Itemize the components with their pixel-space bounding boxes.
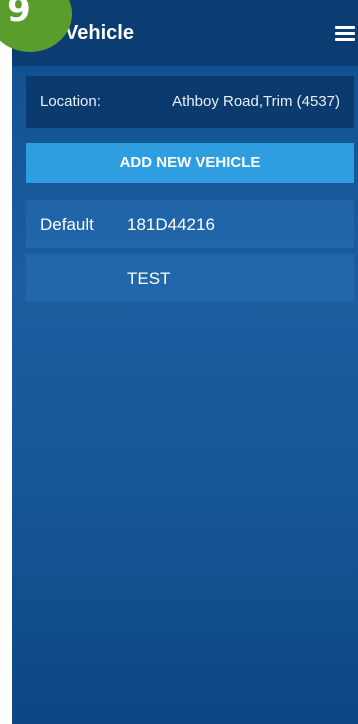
location-row[interactable]: Location: Athboy Road,Trim (4537) xyxy=(26,76,354,128)
step-number: 9 xyxy=(7,0,31,30)
vehicle-registration: 181D44216 xyxy=(127,215,215,234)
vehicle-list-item[interactable]: TEST xyxy=(26,254,354,302)
hamburger-menu-icon[interactable] xyxy=(335,26,355,41)
location-value[interactable]: Athboy Road,Trim (4537) xyxy=(172,93,340,110)
menu-icon-bar xyxy=(335,26,355,29)
location-label: Location: xyxy=(40,93,101,110)
menu-icon-bar xyxy=(335,32,355,35)
app-screen: Vehicle Location: Athboy Road,Trim (4537… xyxy=(12,0,358,724)
vehicle-list-item[interactable]: Default 181D44216 xyxy=(26,200,354,248)
page-title: Vehicle xyxy=(65,22,134,44)
menu-icon-bar xyxy=(335,38,355,41)
vehicle-registration: TEST xyxy=(127,269,171,288)
default-label: Default xyxy=(40,215,94,234)
add-new-vehicle-button[interactable]: ADD NEW VEHICLE xyxy=(26,143,354,183)
